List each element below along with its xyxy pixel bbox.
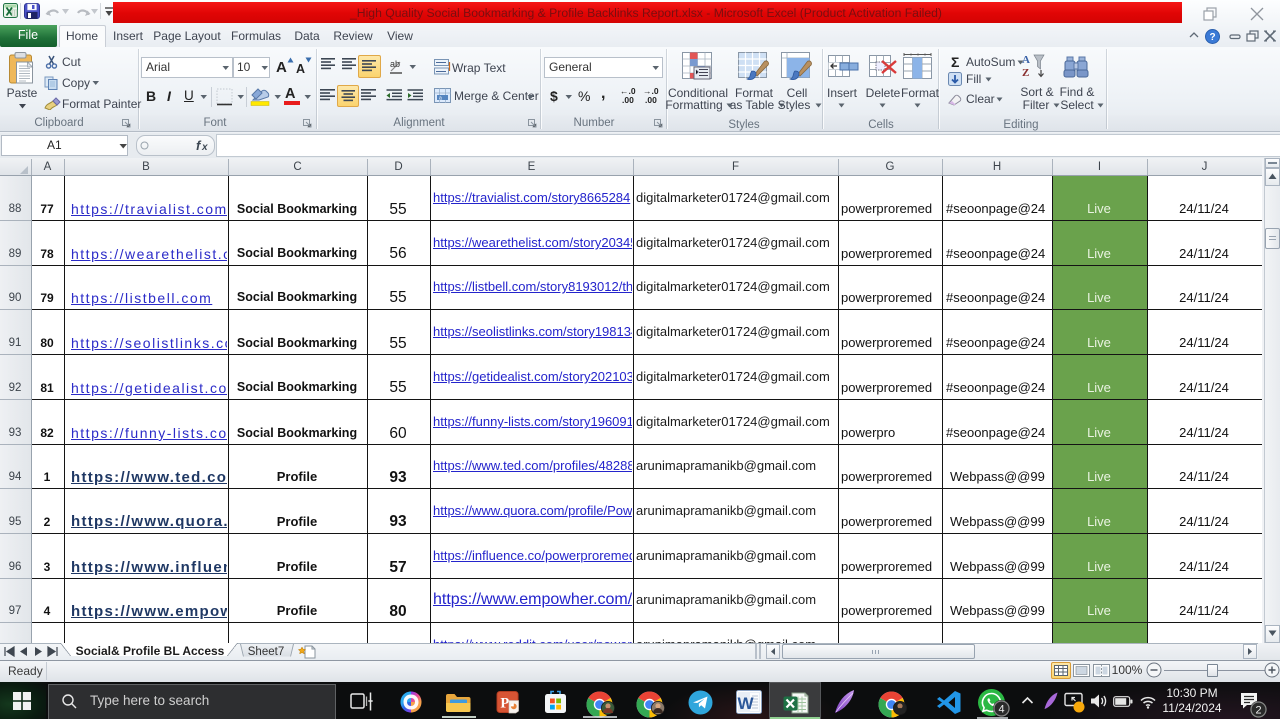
svg-text:A: A bbox=[1022, 54, 1030, 66]
svg-text:ab: ab bbox=[390, 59, 400, 69]
svg-text:Z: Z bbox=[1022, 67, 1029, 79]
svg-text:?: ? bbox=[1209, 32, 1215, 43]
svg-text:W: W bbox=[738, 694, 755, 713]
svg-text:P: P bbox=[500, 695, 509, 711]
svg-text:2: 2 bbox=[1255, 705, 1261, 717]
